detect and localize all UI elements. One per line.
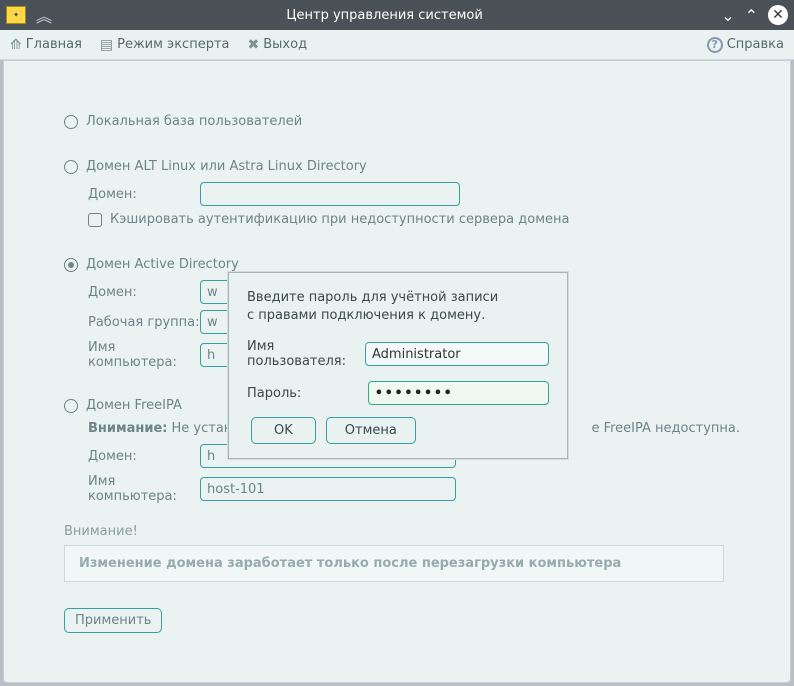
ipa-hostname-label: Имя компьютера: bbox=[88, 474, 200, 504]
radio-ipa[interactable] bbox=[64, 399, 78, 413]
radio-ad-label: Домен Active Directory bbox=[86, 257, 239, 272]
close-icon[interactable]: ✕ bbox=[768, 5, 788, 25]
ipa-warn-tail: е FreeIPA недоступна. bbox=[591, 421, 740, 436]
ipa-hostname-input[interactable] bbox=[200, 477, 456, 501]
password-input[interactable] bbox=[368, 381, 549, 405]
modal-pass-label: Пароль: bbox=[247, 386, 368, 401]
toolbar-home-label: Главная bbox=[26, 37, 82, 52]
alt-cache-label: Кэшировать аутентификацию при недоступно… bbox=[110, 212, 569, 227]
toolbar-home[interactable]: ⟰ Главная bbox=[10, 37, 82, 53]
titlebar: ✦ ︽ Центр управления системой ⌄ ⌃ ✕ bbox=[0, 0, 794, 30]
help-icon: ? bbox=[707, 37, 723, 53]
alt-domain-input[interactable] bbox=[200, 182, 460, 206]
radio-ad[interactable] bbox=[64, 258, 78, 272]
ipa-warn-prefix: Внимание: bbox=[88, 421, 168, 436]
ad-workgroup-label: Рабочая группа: bbox=[88, 315, 200, 330]
ad-hostname-label: Имя компьютера: bbox=[88, 340, 200, 370]
radio-alt[interactable] bbox=[64, 160, 78, 174]
expert-icon: ▤ bbox=[100, 37, 113, 53]
username-input[interactable] bbox=[365, 342, 549, 366]
ipa-warn-text: Не устан bbox=[172, 421, 233, 436]
toolbar-expert[interactable]: ▤ Режим эксперта bbox=[100, 37, 230, 53]
exit-icon: ✖ bbox=[248, 37, 260, 53]
toolbar-help[interactable]: ? Справка bbox=[707, 37, 784, 53]
modal-text-l2: с правами подключения к домену. bbox=[247, 307, 549, 325]
modal-user-label: Имя пользователя: bbox=[247, 339, 365, 369]
pin-icon[interactable]: ︽ bbox=[36, 3, 52, 27]
cancel-button[interactable]: Отмена bbox=[326, 417, 416, 444]
toolbar-exit-label: Выход bbox=[263, 37, 307, 52]
notice-title: Внимание! bbox=[64, 524, 740, 539]
auth-modal: Введите пароль для учётной записи с прав… bbox=[228, 272, 568, 459]
apply-button[interactable]: Применить bbox=[64, 608, 162, 633]
ipa-domain-label: Домен: bbox=[88, 449, 200, 464]
modal-text-l1: Введите пароль для учётной записи bbox=[247, 289, 549, 307]
ok-button[interactable]: OK bbox=[251, 417, 316, 444]
alt-cache-checkbox[interactable] bbox=[88, 213, 102, 227]
alt-domain-label: Домен: bbox=[88, 187, 200, 202]
radio-local[interactable] bbox=[64, 115, 78, 129]
window-title: Центр управления системой bbox=[58, 8, 711, 23]
radio-local-label: Локальная база пользователей bbox=[86, 114, 302, 129]
notice-box: Изменение домена заработает только после… bbox=[64, 545, 724, 582]
toolbar: ⟰ Главная ▤ Режим эксперта ✖ Выход ? Спр… bbox=[0, 30, 794, 60]
toolbar-expert-label: Режим эксперта bbox=[117, 37, 229, 52]
radio-ipa-label: Домен FreeIPA bbox=[86, 398, 182, 413]
toolbar-help-label: Справка bbox=[727, 37, 784, 52]
home-icon: ⟰ bbox=[10, 37, 22, 53]
app-icon: ✦ bbox=[6, 6, 26, 24]
toolbar-exit[interactable]: ✖ Выход bbox=[248, 37, 308, 53]
maximize-icon[interactable]: ⌃ bbox=[745, 6, 758, 25]
ad-domain-label: Домен: bbox=[88, 285, 200, 300]
minimize-icon[interactable]: ⌄ bbox=[721, 6, 734, 25]
radio-alt-label: Домен ALT Linux или Astra Linux Director… bbox=[86, 159, 367, 174]
